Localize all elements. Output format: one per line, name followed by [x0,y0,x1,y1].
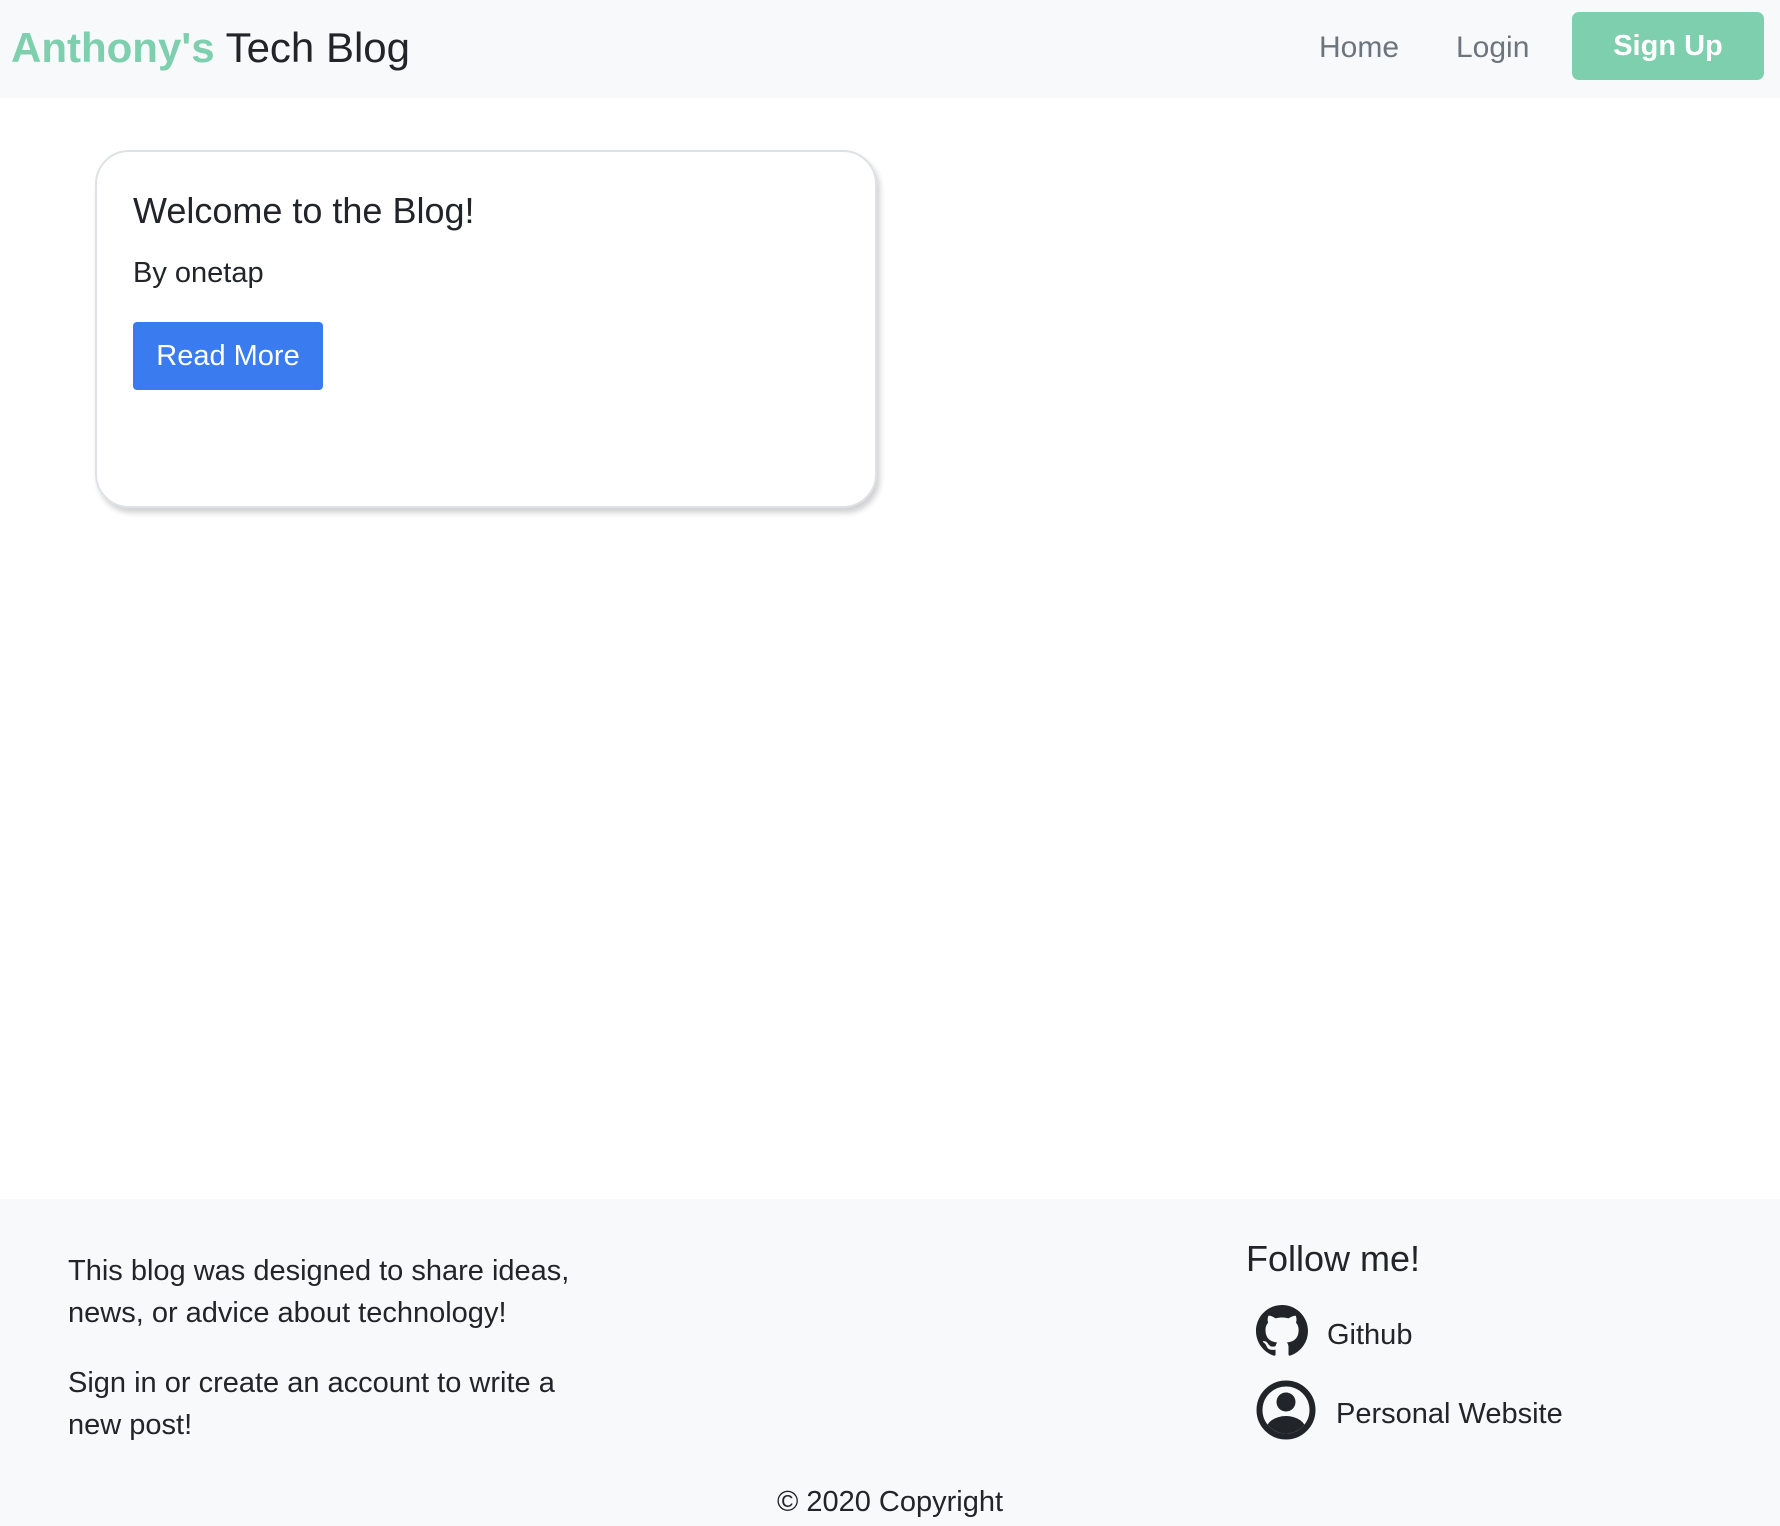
nav-login-link[interactable]: Login [1456,28,1529,68]
brand-logo[interactable]: Anthony's Tech Blog [11,22,410,74]
post-card: Welcome to the Blog! By onetap Read More [95,150,877,508]
footer-signin-text: Sign in or create an account to write a … [68,1367,555,1441]
nav-home-link[interactable]: Home [1319,28,1399,68]
read-more-button[interactable]: Read More [133,322,323,390]
github-icon [1256,1305,1308,1362]
brand-rest-text: Tech Blog [214,24,411,71]
footer: This blog was designed to share ideas, n… [0,1199,1780,1526]
personal-website-label: Personal Website [1336,1398,1563,1430]
post-author: By onetap [133,257,264,289]
follow-title: Follow me! [1246,1238,1421,1279]
footer-about-text: This blog was designed to share ideas, n… [68,1255,570,1329]
sign-up-button[interactable]: Sign Up [1572,12,1764,80]
brand-accent-text: Anthony's [11,24,215,71]
copyright-text: © 2020 Copyright [776,1486,1004,1518]
post-title: Welcome to the Blog! [133,190,475,231]
github-label: Github [1327,1319,1413,1351]
navbar: Anthony's Tech Blog Home Login Sign Up [0,0,1780,98]
user-circle-icon [1256,1380,1316,1445]
